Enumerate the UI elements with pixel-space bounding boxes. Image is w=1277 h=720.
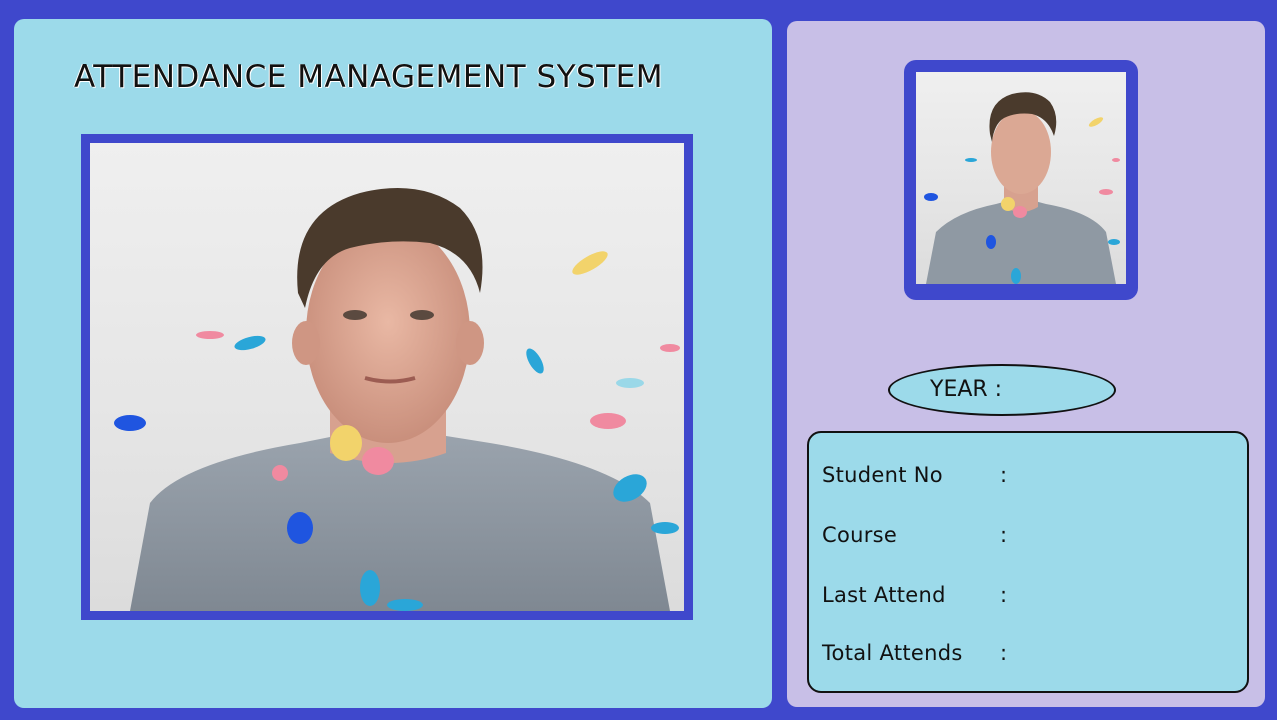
student-details-panel: YEAR : Student No : Course : Last Attend… (787, 21, 1265, 707)
camera-feed-frame (81, 134, 693, 620)
camera-panel: ATTENDANCE MANAGEMENT SYSTEM (14, 19, 772, 708)
last-attend-label: Last Attend (822, 583, 946, 607)
course-label: Course (822, 523, 898, 547)
student-info-box: Student No : Course : Last Attend : Tota… (807, 431, 1249, 693)
course-separator: : (1000, 523, 1008, 547)
total-attends-separator: : (1000, 641, 1008, 665)
total-attends-label: Total Attends (822, 641, 963, 665)
year-badge: YEAR : (888, 364, 1116, 416)
camera-feed-image (90, 143, 684, 611)
student-photo-frame (904, 60, 1138, 300)
app-title: ATTENDANCE MANAGEMENT SYSTEM (74, 59, 663, 95)
student-no-separator: : (1000, 463, 1008, 487)
student-photo (916, 72, 1126, 284)
last-attend-separator: : (1000, 583, 1008, 607)
student-no-label: Student No (822, 463, 943, 487)
year-label: YEAR : (930, 377, 1003, 402)
app-window: ATTENDANCE MANAGEMENT SYSTEM YEAR: Stud… (0, 0, 1277, 720)
